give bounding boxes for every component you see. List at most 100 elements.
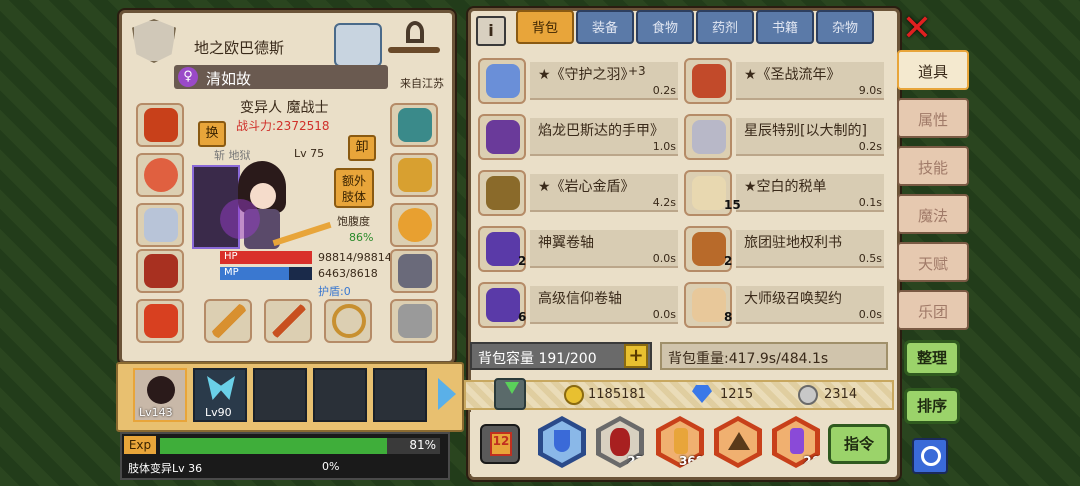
silver-amount: 2314 <box>824 387 858 402</box>
inventory-item[interactable]: ★《圣战流年》 9.0s <box>684 58 884 104</box>
item-time: 1.0s <box>652 140 676 153</box>
dice-button[interactable]: 12 <box>480 424 520 464</box>
equip-slot-bow[interactable] <box>324 299 372 343</box>
equip-slot-ring[interactable] <box>390 203 438 247</box>
flask-icon <box>554 430 570 452</box>
item-name: 神翼卷轴 <box>538 235 594 251</box>
purple-potion-icon <box>790 428 804 454</box>
item-quantity: 15 <box>724 198 741 212</box>
map-name: 地之欧巴德斯 <box>194 39 285 57</box>
party-slot-empty-1[interactable] <box>253 368 307 422</box>
party-member-2-level: Lv90 <box>205 406 232 419</box>
equip-slot-empty-card[interactable] <box>390 299 438 343</box>
side-tab-1[interactable]: 属性 <box>897 98 969 138</box>
swap-button[interactable]: 换 <box>198 121 226 147</box>
gold-coin-icon <box>564 385 584 405</box>
equip-slot-boots[interactable] <box>136 299 184 343</box>
hanger-icon[interactable] <box>384 19 444 63</box>
party-member-2[interactable]: Lv90 <box>193 368 247 422</box>
flame-boots-icon <box>144 304 178 338</box>
satiety-value: 86% <box>349 231 374 244</box>
empty-card-icon <box>398 304 432 338</box>
side-tab-0[interactable]: 道具 <box>897 50 969 90</box>
spear-icon <box>272 304 306 338</box>
party-slot-empty-3[interactable] <box>373 368 427 422</box>
equip-slot-cape[interactable] <box>136 203 184 247</box>
equip-slot-helmet[interactable] <box>136 103 184 147</box>
hp-value: 98814/98814 <box>318 251 392 264</box>
exp-bar: 81% <box>160 438 440 454</box>
party-slot-empty-2[interactable] <box>313 368 367 422</box>
party-next-arrow-icon[interactable] <box>438 378 456 410</box>
cape-icon <box>144 208 178 242</box>
tab-1[interactable]: 装备 <box>576 10 634 44</box>
inventory-item[interactable]: 神翼卷轴 0.0s 2 <box>478 226 678 272</box>
item-icon-box <box>478 58 526 104</box>
bag-weight: 背包重量:417.9s/484.1s <box>660 342 888 370</box>
character-portrait <box>192 159 332 263</box>
iron-belt-icon <box>398 254 432 288</box>
tab-3[interactable]: 药剂 <box>696 10 754 44</box>
mutation-level: 肢体变异Lv 36 <box>128 462 203 475</box>
item-time: 4.2s <box>652 196 676 209</box>
close-icon[interactable]: ✕ <box>900 11 934 47</box>
item-name: 高级信仰卷轴 <box>538 291 622 307</box>
order-button[interactable]: 排序 <box>904 388 960 424</box>
inventory-item[interactable]: ★《岩心金盾》 4.2s <box>478 170 678 216</box>
side-tab-4[interactable]: 天赋 <box>897 242 969 282</box>
character-panel: 地之欧巴德斯 ♀ 清如故 来自江苏 变异人 魔战士 战斗力:2372518 换 … <box>119 10 455 364</box>
bag-weight-text: 背包重量:417.9s/484.1s <box>668 351 829 367</box>
sort-items-button[interactable]: 整理 <box>904 340 960 376</box>
inventory-item[interactable]: ★空白的税单 0.1s 15 <box>684 170 884 216</box>
item-icon <box>692 120 726 154</box>
command-button[interactable]: 指令 <box>828 424 890 464</box>
battle-power: 战斗力:2372518 <box>236 119 330 133</box>
equip-slot-staff[interactable] <box>204 299 252 343</box>
equip-slot-belt[interactable] <box>390 249 438 293</box>
expand-bag-button[interactable]: + <box>624 344 648 368</box>
item-icon-box <box>478 114 526 160</box>
item-icon-box <box>684 114 732 160</box>
item-name: 焰龙巴斯达的手甲》 <box>538 123 664 139</box>
item-name: 旅团驻地权利书 <box>744 235 842 251</box>
item-quantity: 6 <box>518 310 527 324</box>
equip-slot-armor[interactable] <box>136 249 184 293</box>
equip-slot-gauntlet[interactable] <box>390 153 438 197</box>
equip-slot-spear[interactable] <box>264 299 312 343</box>
butterfly-icon <box>207 376 235 400</box>
mutation-percent: 0% <box>322 460 340 473</box>
item-time: 9.0s <box>858 84 882 97</box>
mp-label: MP <box>224 267 239 278</box>
item-icon <box>486 288 520 322</box>
inventory-item[interactable]: 焰龙巴斯达的手甲》 1.0s <box>478 114 678 160</box>
potion-bottle-icon <box>674 428 688 454</box>
equip-slot-amulet[interactable] <box>390 103 438 147</box>
tab-4[interactable]: 书籍 <box>756 10 814 44</box>
unequip-button[interactable]: 卸 <box>348 135 376 161</box>
beacon-icon[interactable] <box>334 23 382 67</box>
extra-limb-button[interactable]: 额外 肢体 <box>334 168 374 208</box>
hp-label: HP <box>224 251 238 262</box>
item-icon <box>486 176 520 210</box>
bow-icon <box>332 304 366 338</box>
tab-5[interactable]: 杂物 <box>816 10 874 44</box>
side-tab-3[interactable]: 魔法 <box>897 194 969 234</box>
inventory-item[interactable]: 高级信仰卷轴 0.0s 6 <box>478 282 678 328</box>
side-tab-5[interactable]: 乐团 <box>897 290 969 330</box>
search-button[interactable] <box>912 438 948 474</box>
item-icon-box <box>478 170 526 216</box>
inventory-item[interactable]: 大师级召唤契约 0.0s 8 <box>684 282 884 328</box>
crystal-amulet-icon <box>398 108 432 142</box>
info-button[interactable]: i <box>476 16 506 46</box>
inventory-item[interactable]: 旅团驻地权利书 0.5s 2 <box>684 226 884 272</box>
avatar-girl-icon <box>147 376 175 404</box>
inventory-item[interactable]: ★《守护之羽》 +3 0.2s <box>478 58 678 104</box>
side-tab-2[interactable]: 技能 <box>897 146 969 186</box>
inventory-item[interactable]: 星辰特别[以大制的] 0.2s <box>684 114 884 160</box>
equip-slot-necklace[interactable] <box>136 153 184 197</box>
party-member-1[interactable]: Lv143 <box>133 368 187 422</box>
tab-2[interactable]: 食物 <box>636 10 694 44</box>
item-icon <box>692 232 726 266</box>
storage-download-icon[interactable] <box>494 378 526 410</box>
tab-0[interactable]: 背包 <box>516 10 574 44</box>
